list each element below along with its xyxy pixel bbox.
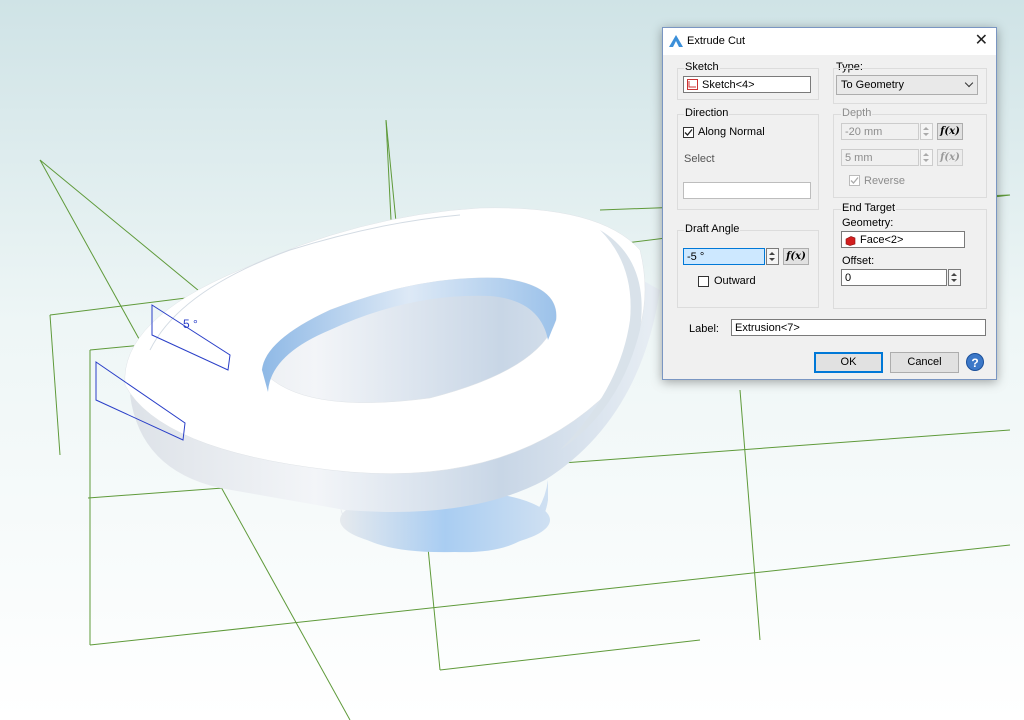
outward-label: Outward xyxy=(714,275,756,287)
offset-label: Offset: xyxy=(842,255,875,267)
along-normal-label: Along Normal xyxy=(698,126,765,138)
draft-angle-input[interactable]: -5 ° xyxy=(683,248,765,265)
face-icon xyxy=(845,236,856,246)
help-icon[interactable]: ? xyxy=(966,353,984,371)
sketch-value: Sketch<4> xyxy=(702,79,755,91)
end-target-group-label: End Target xyxy=(841,202,897,214)
offset-input[interactable]: 0 xyxy=(841,269,947,286)
depth-fx-button[interactable]: f(x) xyxy=(937,123,963,140)
type-dropdown[interactable]: To Geometry xyxy=(836,75,978,95)
depth-input[interactable]: -20 mm xyxy=(841,123,919,140)
dialog-titlebar[interactable]: Extrude Cut ✕ xyxy=(663,28,996,55)
geometry-value: Face<2> xyxy=(860,234,904,246)
offset-spinner[interactable] xyxy=(948,269,961,286)
draft-angle-value: -5 ° xyxy=(687,251,705,263)
depth-second-fx-button[interactable]: f(x) xyxy=(937,149,963,166)
name-input[interactable]: Extrusion<7> xyxy=(731,319,986,336)
depth-spinner[interactable] xyxy=(920,123,933,140)
depth-value: -20 mm xyxy=(845,126,883,138)
close-icon[interactable]: ✕ xyxy=(975,31,988,51)
chevron-down-icon xyxy=(964,78,974,88)
direction-group-label: Direction xyxy=(684,107,730,119)
outward-checkbox[interactable] xyxy=(698,276,709,287)
select-label: Select xyxy=(684,153,715,165)
draft-dimension-label: 5 ° xyxy=(183,317,198,331)
app-logo-icon xyxy=(669,35,683,47)
draft-angle-fx-button[interactable]: f(x) xyxy=(783,248,809,265)
sketch-icon xyxy=(687,79,698,90)
draft-angle-group-label: Draft Angle xyxy=(684,223,741,235)
draft-angle-group xyxy=(677,230,819,308)
geometry-field[interactable]: Face<2> xyxy=(841,231,965,248)
sketch-group-label: Sketch xyxy=(684,61,720,73)
extrude-cut-dialog: Extrude Cut ✕ Sketch Sketch<4> Direction… xyxy=(662,27,997,380)
depth-second-spinner[interactable] xyxy=(920,149,933,166)
reverse-checkbox[interactable] xyxy=(849,175,860,186)
cancel-button[interactable]: Cancel xyxy=(890,352,959,373)
type-value: To Geometry xyxy=(841,79,904,91)
name-value: Extrusion<7> xyxy=(735,322,800,334)
along-normal-checkbox[interactable] xyxy=(683,127,694,138)
geometry-label: Geometry: xyxy=(842,217,894,229)
ok-button[interactable]: OK xyxy=(814,352,883,373)
draft-angle-spinner[interactable] xyxy=(766,248,779,265)
name-label: Label: xyxy=(689,323,719,335)
reverse-label: Reverse xyxy=(864,175,905,187)
offset-value: 0 xyxy=(845,272,852,284)
sketch-field[interactable]: Sketch<4> xyxy=(683,76,811,93)
depth-group-label: Depth xyxy=(841,107,873,119)
direction-select-field[interactable] xyxy=(683,182,811,199)
dialog-title: Extrude Cut xyxy=(687,35,746,47)
depth-second-input[interactable]: 5 mm xyxy=(841,149,919,166)
depth-second-value: 5 mm xyxy=(845,152,873,164)
